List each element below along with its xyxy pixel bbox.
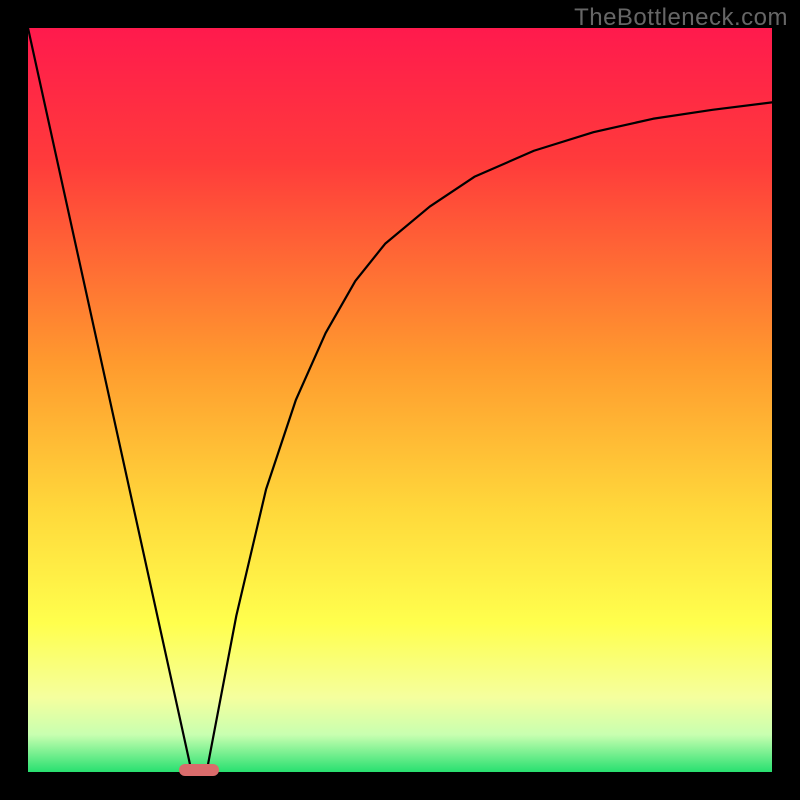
watermark-label: TheBottleneck.com bbox=[574, 4, 788, 32]
chart-svg bbox=[28, 28, 772, 772]
chart-frame: TheBottleneck.com bbox=[0, 0, 800, 800]
plot-area bbox=[28, 28, 772, 772]
optimum-marker bbox=[179, 764, 219, 776]
